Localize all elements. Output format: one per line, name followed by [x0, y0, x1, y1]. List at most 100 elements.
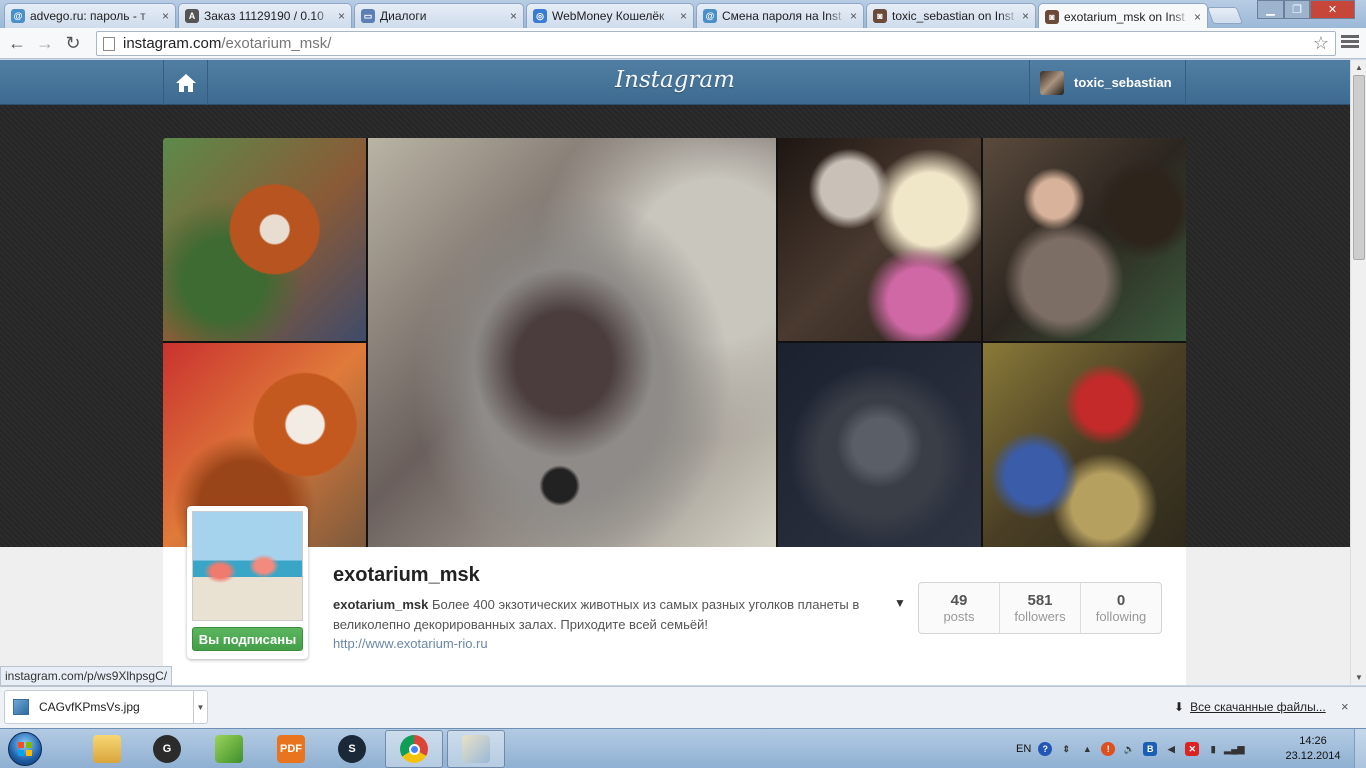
stat-posts[interactable]: 49 posts: [919, 583, 1000, 633]
show-hidden-icon[interactable]: ▲: [1080, 742, 1094, 756]
download-item[interactable]: CAGvfKPmsVs.jpg ▼: [4, 690, 208, 724]
new-tab-button[interactable]: [1206, 7, 1244, 24]
start-button[interactable]: [4, 729, 46, 768]
tab-close-icon[interactable]: ×: [338, 9, 345, 23]
profile-photo-grid: [163, 138, 1186, 547]
photo-tile-chimpanzee-selfie[interactable]: [983, 138, 1186, 341]
download-menu-icon[interactable]: ▼: [193, 691, 207, 723]
taskbar-pdf[interactable]: PDF: [262, 730, 320, 768]
taskbar-explorer[interactable]: [78, 730, 136, 768]
stat-value: 0: [1116, 592, 1126, 609]
steam-icon: S: [338, 735, 366, 763]
tab-close-icon[interactable]: ×: [1022, 9, 1029, 23]
photo-tile-red-panda[interactable]: [163, 138, 366, 341]
bookmark-star-icon[interactable]: ☆: [1313, 33, 1329, 54]
tab-favicon-icon: ◙: [873, 9, 887, 23]
taskbar-app[interactable]: [200, 730, 258, 768]
photo-tile-visitors[interactable]: [778, 138, 981, 341]
tray-arrows-icon[interactable]: ⇕: [1059, 742, 1073, 756]
options-caret-icon[interactable]: ▼: [894, 596, 906, 610]
chrome-icon: [400, 735, 428, 763]
taskbar-chrome[interactable]: [385, 730, 443, 768]
scroll-down-icon[interactable]: ▼: [1351, 670, 1366, 685]
profile-avatar-card: Вы подписаны: [187, 506, 308, 659]
current-user-name: toxic_sebastian: [1074, 75, 1172, 90]
taskbar-paint[interactable]: [447, 730, 505, 768]
clock[interactable]: 14:26 23.12.2014: [1278, 734, 1348, 764]
browser-tab[interactable]: @ Смена пароля на Inst ×: [696, 3, 864, 28]
browser-tab[interactable]: ◎ WebMoney Кошелёк ×: [526, 3, 694, 28]
maximize-button[interactable]: ❐: [1284, 0, 1310, 19]
tab-title: advego.ru: пароль - т: [30, 9, 146, 23]
browser-tab[interactable]: A Заказ 11129190 / 0.10 ×: [178, 3, 352, 28]
profile-username: exotarium_msk: [333, 564, 480, 586]
reload-icon[interactable]: ↻: [62, 32, 84, 54]
photo-tile-raccoon[interactable]: [368, 138, 776, 547]
power-icon[interactable]: ▮: [1206, 742, 1220, 756]
bluetooth-icon[interactable]: B: [1143, 742, 1158, 756]
help-icon[interactable]: ?: [1038, 742, 1053, 756]
address-url: instagram.com/exotarium_msk/: [123, 35, 331, 52]
browser-tab[interactable]: ▭ Диалоги ×: [354, 3, 524, 28]
stat-followers[interactable]: 581 followers: [1000, 583, 1081, 633]
tab-favicon-icon: ◎: [533, 9, 547, 23]
profile-website-link[interactable]: http://www.exotarium-rio.ru: [333, 636, 488, 651]
stat-value: 49: [950, 592, 968, 609]
stat-following[interactable]: 0 following: [1081, 583, 1161, 633]
tab-title: Диалоги: [380, 9, 427, 23]
image-file-icon: [13, 699, 29, 715]
tab-title: Смена пароля на Inst: [722, 9, 842, 23]
close-shelf-icon[interactable]: ×: [1341, 699, 1349, 714]
clock-time: 14:26: [1299, 735, 1327, 747]
browser-tab-active[interactable]: ◙ exotarium_msk on Inst ×: [1038, 3, 1208, 29]
tab-close-icon[interactable]: ×: [510, 9, 517, 23]
browser-tab-strip: @ advego.ru: пароль - т × A Заказ 111291…: [0, 0, 1366, 29]
tab-favicon-icon: A: [185, 9, 199, 23]
volume-icon[interactable]: ◀: [1164, 742, 1178, 756]
speaker-icon[interactable]: 🔈: [1122, 742, 1136, 756]
taskbar-app[interactable]: G: [138, 730, 196, 768]
tab-title: exotarium_msk on Inst: [1064, 9, 1185, 24]
taskbar-steam[interactable]: S: [323, 730, 381, 768]
back-arrow-icon[interactable]: ←: [6, 32, 28, 54]
windows-logo-icon: [8, 732, 42, 766]
browser-tab[interactable]: @ advego.ru: пароль - т ×: [4, 3, 176, 28]
vertical-scrollbar[interactable]: ▲ ▼: [1350, 60, 1366, 685]
following-button[interactable]: Вы подписаны: [192, 627, 303, 651]
tab-title: Заказ 11129190 / 0.10: [204, 9, 324, 23]
tab-close-icon[interactable]: ×: [1194, 10, 1201, 24]
tab-favicon-icon: @: [11, 9, 25, 23]
tab-close-icon[interactable]: ×: [162, 9, 169, 23]
stat-label: followers: [1014, 609, 1066, 624]
clock-date: 23.12.2014: [1285, 750, 1341, 762]
leaf-icon: [215, 735, 243, 763]
forward-arrow-icon[interactable]: →: [34, 32, 56, 54]
chrome-menu-icon[interactable]: [1341, 33, 1359, 51]
photo-tile-chimpanzee[interactable]: [778, 343, 981, 547]
language-indicator[interactable]: EN: [1016, 743, 1031, 755]
alert-icon[interactable]: !: [1101, 742, 1116, 756]
folder-icon: [93, 735, 121, 763]
tab-close-icon[interactable]: ×: [680, 9, 687, 23]
show-desktop-button[interactable]: [1354, 729, 1366, 768]
scroll-up-icon[interactable]: ▲: [1351, 60, 1366, 75]
browser-tab[interactable]: ◙ toxic_sebastian on Inst ×: [866, 3, 1036, 28]
all-downloads-link[interactable]: ⬇ Все скачанные файлы...: [1174, 700, 1326, 714]
tab-favicon-icon: ▭: [361, 9, 375, 23]
security-icon[interactable]: ✕: [1185, 742, 1200, 756]
network-icon[interactable]: ▂▄▆: [1224, 742, 1244, 756]
address-bar[interactable]: instagram.com/exotarium_msk/ ☆: [96, 31, 1336, 56]
close-window-button[interactable]: ✕: [1310, 0, 1355, 19]
stat-label: following: [1095, 609, 1147, 624]
photo-tile-family[interactable]: [983, 343, 1186, 547]
browser-toolbar: ← → ↻ instagram.com/exotarium_msk/ ☆: [0, 28, 1366, 59]
minimize-button[interactable]: ▁: [1257, 0, 1284, 19]
page-icon: [103, 36, 115, 51]
paint-icon: [462, 735, 490, 763]
scrollbar-thumb[interactable]: [1353, 75, 1365, 260]
current-user-menu[interactable]: toxic_sebastian: [1029, 60, 1186, 105]
tab-close-icon[interactable]: ×: [850, 9, 857, 23]
tab-title: WebMoney Кошелёк: [552, 9, 665, 23]
page-content: Instagram toxic_sebastian Вы подписаны e…: [0, 60, 1350, 685]
app-icon: G: [153, 735, 181, 763]
